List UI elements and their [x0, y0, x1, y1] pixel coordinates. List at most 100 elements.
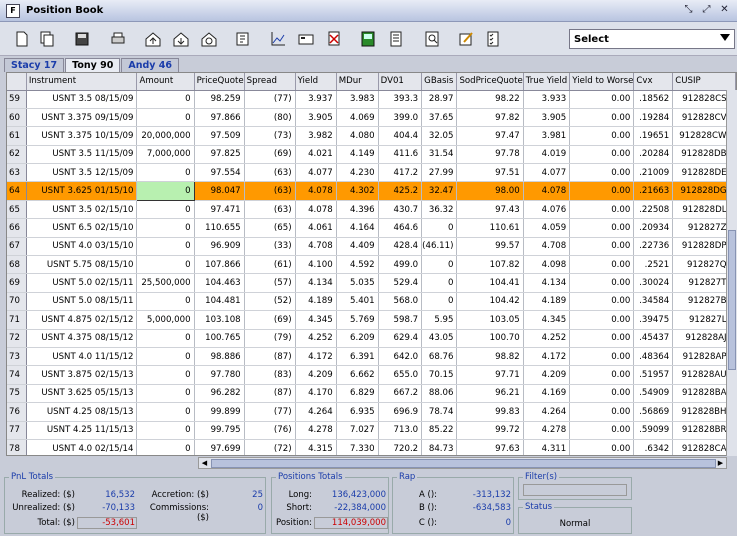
- select-dropdown[interactable]: Select: [569, 29, 735, 49]
- table-cell-gbasis[interactable]: 0: [421, 255, 458, 275]
- table-cell-true-yield[interactable]: 4.311: [523, 439, 571, 455]
- table-cell-sodpricequote[interactable]: 107.82: [456, 255, 524, 275]
- vertical-scrollbar[interactable]: [726, 90, 737, 456]
- table-cell-gbasis[interactable]: 0: [421, 273, 458, 293]
- table-cell-yield-to-worse[interactable]: 0.00: [569, 365, 635, 385]
- table-cell-sodpricequote[interactable]: 104.41: [456, 273, 524, 293]
- table-cell-spread[interactable]: (87): [244, 347, 296, 367]
- column-header-true-yield[interactable]: True Yield: [523, 73, 571, 91]
- table-row[interactable]: 70 USNT 5.0 08/15/11 0 104.481 (52) 4.189 5.40…: [7, 292, 736, 312]
- table-cell-dv01[interactable]: 425.2: [378, 181, 423, 201]
- table-cell-amount[interactable]: 0: [136, 365, 195, 385]
- table-cell-yield-to-worse[interactable]: 0.00: [569, 181, 635, 201]
- table-cell-yield[interactable]: 4.172: [295, 347, 337, 367]
- new-document-icon[interactable]: [11, 28, 33, 50]
- row-number-cell[interactable]: 76: [7, 402, 27, 422]
- column-header-gbasis[interactable]: GBasis: [421, 73, 458, 91]
- table-cell-yield-to-worse[interactable]: 0.00: [569, 237, 635, 257]
- tab-stacy[interactable]: Stacy 17: [4, 58, 65, 72]
- table-cell-spread[interactable]: (52): [244, 292, 296, 312]
- table-cell-pricequote[interactable]: 110.655: [194, 218, 245, 238]
- table-cell-gbasis[interactable]: 31.54: [421, 145, 458, 165]
- table-row[interactable]: 67 USNT 4.0 03/15/10 0 96.909 (33) 4.708 4.409…: [7, 237, 736, 257]
- table-cell-spread[interactable]: (72): [244, 439, 296, 455]
- table-cell-cvx[interactable]: .20934: [633, 218, 674, 238]
- table-cell-yield-to-worse[interactable]: 0.00: [569, 384, 635, 404]
- table-cell-sodpricequote[interactable]: 98.82: [456, 347, 524, 367]
- column-header-yield[interactable]: Yield: [295, 73, 337, 91]
- table-cell-mdur[interactable]: 4.080: [336, 126, 379, 146]
- table-cell-mdur[interactable]: 6.209: [336, 329, 379, 348]
- table-cell-instrument[interactable]: USNT 3.625 01/15/10: [26, 181, 138, 201]
- table-cell-cvx[interactable]: .19651: [633, 126, 674, 146]
- table-cell-gbasis[interactable]: 36.32: [421, 200, 458, 220]
- table-cell-amount[interactable]: 0: [136, 108, 195, 128]
- table-cell-cvx[interactable]: .54909: [633, 384, 674, 404]
- table-cell-gbasis[interactable]: (46.11): [421, 237, 458, 257]
- table-cell-instrument[interactable]: USNT 3.625 05/15/13: [26, 384, 138, 404]
- row-number-cell[interactable]: 73: [7, 347, 27, 367]
- table-cell-sodpricequote[interactable]: 96.21: [456, 384, 524, 404]
- table-cell-true-yield[interactable]: 4.264: [523, 402, 571, 422]
- table-cell-gbasis[interactable]: 0: [421, 218, 458, 238]
- table-cell-true-yield[interactable]: 4.708: [523, 237, 571, 257]
- column-header-mdur[interactable]: MDur: [336, 73, 379, 91]
- scroll-thumb-horizontal[interactable]: [211, 459, 716, 468]
- table-cell-cvx[interactable]: .22736: [633, 237, 674, 257]
- table-cell-amount[interactable]: 0: [136, 237, 195, 257]
- table-cell-gbasis[interactable]: 28.97: [421, 90, 458, 109]
- table-cell-instrument[interactable]: USNT 6.5 02/15/10: [26, 218, 138, 238]
- table-cell-sodpricequote[interactable]: 104.42: [456, 292, 524, 312]
- table-cell-pricequote[interactable]: 96.282: [194, 384, 245, 404]
- delete-icon[interactable]: [323, 28, 345, 50]
- table-cell-sodpricequote[interactable]: 97.63: [456, 439, 524, 455]
- table-cell-amount[interactable]: 0: [136, 384, 195, 404]
- table-cell-gbasis[interactable]: 32.05: [421, 126, 458, 146]
- table-cell-dv01[interactable]: 393.3: [378, 90, 423, 109]
- table-row[interactable]: 71 USNT 4.875 02/15/12 5,000,000 103.108 (69…: [7, 310, 736, 330]
- table-cell-yield-to-worse[interactable]: 0.00: [569, 218, 635, 238]
- tab-andy[interactable]: Andy 46: [121, 58, 180, 72]
- column-header-instrument[interactable]: Instrument: [26, 73, 138, 91]
- table-row[interactable]: 78 USNT 4.0 02/15/14 0 97.699 (72) 4.315 7.330…: [7, 439, 736, 455]
- table-cell-dv01[interactable]: 568.0: [378, 292, 423, 312]
- table-cell-yield-to-worse[interactable]: 0.00: [569, 292, 635, 312]
- table-cell-mdur[interactable]: 5.035: [336, 273, 379, 293]
- table-cell-dv01[interactable]: 417.2: [378, 163, 423, 183]
- table-cell-true-yield[interactable]: 3.905: [523, 108, 571, 128]
- table-cell-yield-to-worse[interactable]: 0.00: [569, 310, 635, 330]
- table-cell-pricequote[interactable]: 97.471: [194, 200, 245, 220]
- table-cell-spread[interactable]: (63): [244, 181, 296, 201]
- table-cell-dv01[interactable]: 655.0: [378, 365, 423, 385]
- table-cell-cvx[interactable]: .2521: [633, 255, 674, 275]
- table-row[interactable]: 62 USNT 3.5 11/15/09 7,000,000 97.825 (69) 4.…: [7, 145, 736, 165]
- table-cell-amount[interactable]: 0: [136, 90, 195, 109]
- table-cell-amount[interactable]: 0: [136, 181, 195, 201]
- table-cell-pricequote[interactable]: 97.780: [194, 365, 245, 385]
- chart-icon[interactable]: [267, 28, 289, 50]
- row-number-cell[interactable]: 65: [7, 200, 27, 220]
- table-cell-true-yield[interactable]: 4.209: [523, 365, 571, 385]
- table-cell-cvx[interactable]: .6342: [633, 439, 674, 455]
- table-cell-spread[interactable]: (87): [244, 384, 296, 404]
- table-cell-cvx[interactable]: .21009: [633, 163, 674, 183]
- table-cell-yield[interactable]: 4.021: [295, 145, 337, 165]
- table-cell-yield[interactable]: 4.708: [295, 237, 337, 257]
- row-number-cell[interactable]: 59: [7, 90, 27, 109]
- table-cell-yield-to-worse[interactable]: 0.00: [569, 255, 635, 275]
- scroll-right-icon[interactable]: ▶: [716, 459, 725, 468]
- row-number-cell[interactable]: 77: [7, 421, 27, 440]
- table-cell-yield-to-worse[interactable]: 0.00: [569, 273, 635, 293]
- table-cell-dv01[interactable]: 428.4: [378, 237, 423, 257]
- table-cell-cvx[interactable]: .45437: [633, 329, 674, 348]
- column-header-pricequote[interactable]: PriceQuote: [194, 73, 245, 91]
- table-row[interactable]: 64 USNT 3.625 01/15/10 0 98.047 (63) 4.078 4.3…: [7, 181, 736, 201]
- table-cell-instrument[interactable]: USNT 3.5 08/15/09: [26, 90, 138, 109]
- table-cell-sodpricequote[interactable]: 99.83: [456, 402, 524, 422]
- table-cell-mdur[interactable]: 6.829: [336, 384, 379, 404]
- row-number-cell[interactable]: 63: [7, 163, 27, 183]
- table-cell-pricequote[interactable]: 96.909: [194, 237, 245, 257]
- table-cell-yield-to-worse[interactable]: 0.00: [569, 200, 635, 220]
- table-cell-mdur[interactable]: 4.149: [336, 145, 379, 165]
- table-cell-true-yield[interactable]: 4.019: [523, 145, 571, 165]
